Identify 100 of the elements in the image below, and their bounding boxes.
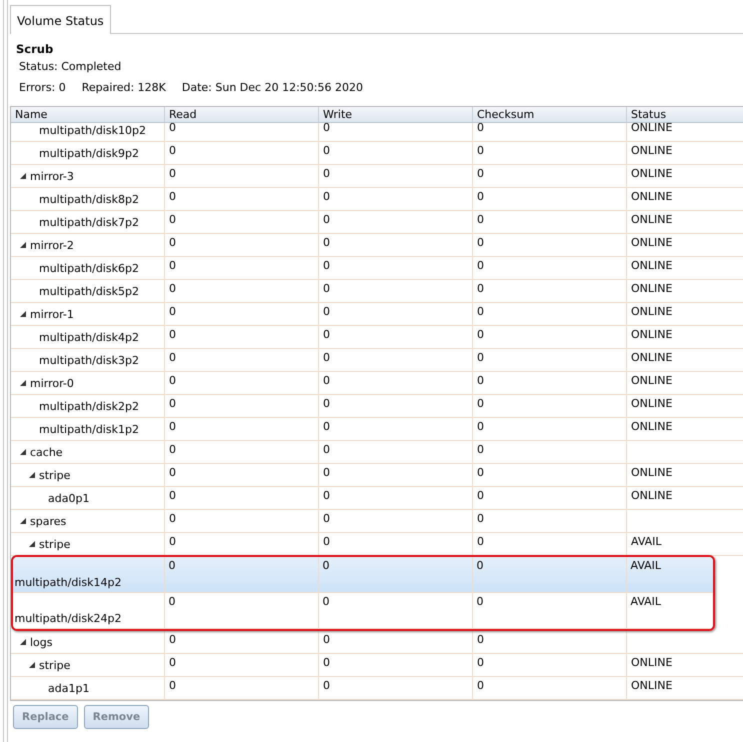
table-row[interactable]: multipath/disk2p2 0 0 0 ONLINE xyxy=(11,395,743,418)
table-cell: 0 xyxy=(319,677,473,699)
table-cell: 0 xyxy=(165,326,319,348)
table-cell: 0 xyxy=(319,487,473,509)
table-cell: 0 xyxy=(473,533,627,555)
table-cell: 0 xyxy=(473,677,627,699)
table-cell: ONLINE xyxy=(627,326,743,348)
collapse-triangle-icon[interactable] xyxy=(20,380,26,386)
table-cell: ONLINE xyxy=(627,165,743,187)
table-row[interactable]: mirror-0 0 0 0 ONLINE xyxy=(11,372,743,395)
collapse-triangle-icon[interactable] xyxy=(20,639,26,645)
table-cell: 0 xyxy=(165,303,319,325)
table-cell: 0 xyxy=(319,464,473,486)
table-row[interactable]: multipath/disk9p2 0 0 0 ONLINE xyxy=(11,142,743,165)
collapse-triangle-icon[interactable] xyxy=(20,311,26,317)
table-cell: 0 xyxy=(319,234,473,256)
table-cell: AVAIL xyxy=(626,557,713,592)
table-cell: 0 xyxy=(473,188,627,210)
table-cell: 0 xyxy=(165,123,319,141)
column-header[interactable]: Name xyxy=(11,107,165,122)
collapse-triangle-icon[interactable] xyxy=(20,449,26,455)
table-row[interactable]: multipath/disk5p2 0 0 0 ONLINE xyxy=(11,280,743,303)
collapse-triangle-icon[interactable] xyxy=(20,173,26,179)
collapse-triangle-icon[interactable] xyxy=(29,541,35,547)
table-cell: 0 xyxy=(165,142,319,164)
table-cell: ONLINE xyxy=(627,303,743,325)
column-header[interactable]: Checksum xyxy=(473,107,627,122)
collapse-triangle-icon[interactable] xyxy=(29,472,35,478)
table-cell: 0 xyxy=(319,142,473,164)
table-cell: 0 xyxy=(165,188,319,210)
table-cell: 0 xyxy=(319,533,473,555)
name-text: multipath/disk24p2 xyxy=(14,612,122,625)
table-cell: 0 xyxy=(319,165,473,187)
table-cell: ONLINE xyxy=(627,418,743,440)
table-cell: 0 xyxy=(165,654,319,676)
table-row[interactable]: multipath/disk8p2 0 0 0 ONLINE xyxy=(11,188,743,211)
table-row[interactable]: multipath/disk4p2 0 0 0 ONLINE xyxy=(11,326,743,349)
table-row[interactable]: stripe 0 0 0 ONLINE xyxy=(11,464,743,487)
table-row[interactable]: stripe 0 0 0 AVAIL xyxy=(11,533,743,556)
table-row[interactable]: logs 0 0 0 xyxy=(11,631,743,654)
table-cell: 0 xyxy=(472,593,626,628)
name-text: multipath/disk6p2 xyxy=(39,262,139,274)
table-cell: 0 xyxy=(164,593,318,628)
table-cell: 0 xyxy=(473,349,627,371)
table-cell: 0 xyxy=(165,441,319,463)
table-cell: ONLINE xyxy=(627,257,743,279)
table-cell: ONLINE xyxy=(627,395,743,417)
table-cell: 0 xyxy=(164,557,318,592)
table-cell: 0 xyxy=(473,142,627,164)
column-header[interactable]: Write xyxy=(319,107,473,122)
table-row[interactable]: cache 0 0 0 xyxy=(11,441,743,464)
name-text: ada1p1 xyxy=(48,682,90,694)
table-cell: 0 xyxy=(473,418,627,440)
table-row[interactable]: multipath/disk7p2 0 0 0 ONLINE xyxy=(11,211,743,234)
table-cell: ONLINE xyxy=(627,142,743,164)
table-row[interactable]: multipath/disk24p2 0 0 0 AVAIL xyxy=(13,593,713,629)
tab[interactable]: Volume Status xyxy=(10,5,111,34)
table-row[interactable]: multipath/disk1p2 0 0 0 ONLINE xyxy=(11,418,743,441)
name-text: multipath/disk14p2 xyxy=(14,576,122,589)
table-cell: 0 xyxy=(165,234,319,256)
name-text: multipath/disk4p2 xyxy=(39,330,139,344)
column-header[interactable]: Status xyxy=(627,107,743,122)
table-cell: 0 xyxy=(319,303,473,325)
column-header[interactable]: Read xyxy=(165,107,319,122)
table-cell: 0 xyxy=(319,257,473,279)
table-row[interactable]: spares 0 0 0 xyxy=(11,510,743,533)
table-row[interactable]: multipath/disk6p2 0 0 0 ONLINE xyxy=(11,257,743,280)
table-row[interactable]: stripe 0 0 0 ONLINE xyxy=(11,654,743,677)
table-row[interactable]: multipath/disk10p2 0 0 0 ONLINE xyxy=(11,123,743,142)
table-cell: 0 xyxy=(473,326,627,348)
table-cell: 0 xyxy=(318,593,472,628)
collapse-triangle-icon[interactable] xyxy=(20,242,26,248)
table-cell: 0 xyxy=(319,123,473,141)
table-cell: 0 xyxy=(165,464,319,486)
table-row[interactable]: ada1p1 0 0 0 ONLINE xyxy=(11,677,743,700)
name-text: multipath/disk3p2 xyxy=(39,354,139,366)
collapse-triangle-icon[interactable] xyxy=(29,662,35,668)
date-text: Date: Sun Dec 20 12:50:56 2020 xyxy=(182,81,363,94)
name-text: multipath/disk7p2 xyxy=(39,216,139,228)
table-row[interactable]: mirror-3 0 0 0 ONLINE xyxy=(11,165,743,188)
table-cell: AVAIL xyxy=(627,533,743,555)
table-row[interactable]: multipath/disk14p2 0 0 0 AVAIL xyxy=(13,557,713,593)
table-cell: ONLINE xyxy=(627,677,743,699)
table-row[interactable]: multipath/disk3p2 0 0 0 ONLINE xyxy=(11,349,743,372)
table-row[interactable]: mirror-1 0 0 0 ONLINE xyxy=(11,303,743,326)
table-cell: ONLINE xyxy=(627,280,743,302)
table-row[interactable]: mirror-2 0 0 0 ONLINE xyxy=(11,234,743,257)
table-cell: 0 xyxy=(319,631,473,653)
table-cell: 0 xyxy=(473,165,627,187)
name-text: multipath/disk8p2 xyxy=(39,192,139,206)
table-cell: ONLINE xyxy=(627,123,743,141)
table-cell: 0 xyxy=(318,557,472,592)
collapse-triangle-icon[interactable] xyxy=(20,518,26,524)
table-row[interactable]: ada0p1 0 0 0 ONLINE xyxy=(11,487,743,510)
table-cell: 0 xyxy=(319,188,473,210)
name-text: mirror-2 xyxy=(30,238,74,252)
repaired-text: Repaired: 128K xyxy=(82,81,166,94)
table-cell: 0 xyxy=(473,510,627,532)
name-text: logs xyxy=(30,636,52,648)
table-cell: ONLINE xyxy=(627,188,743,210)
